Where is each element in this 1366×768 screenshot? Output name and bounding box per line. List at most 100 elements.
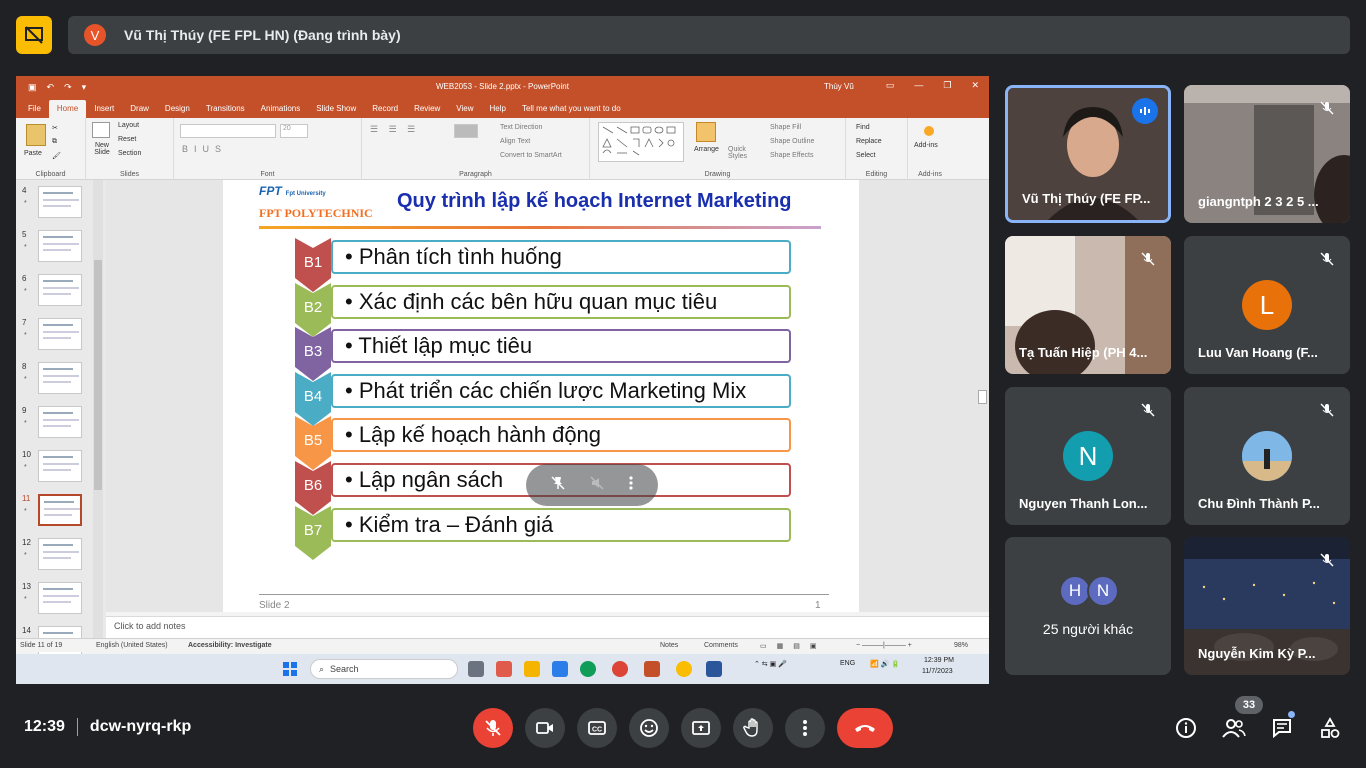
taskbar-search[interactable]: ⌕ Search — [310, 659, 458, 679]
undo-icon[interactable]: ↶ — [47, 82, 55, 93]
camera-toggle-button[interactable] — [525, 708, 565, 748]
ribbon-tab[interactable]: Draw — [122, 104, 157, 118]
shapes-gallery[interactable] — [598, 122, 684, 162]
new-slide-button[interactable]: New Slide — [88, 142, 116, 156]
slide-thumbnail[interactable]: 13 * — [20, 582, 100, 622]
line-spacing-select[interactable] — [454, 124, 478, 138]
view-buttons[interactable]: ▭▦▤▣ — [760, 642, 826, 650]
participant-tile[interactable]: Tạ Tuấn Hiệp (PH 4... — [1005, 236, 1171, 374]
accessibility-status[interactable]: Accessibility: Investigate — [188, 642, 272, 649]
zoom-slider[interactable]: − ———|——— + — [856, 642, 912, 649]
font-family-select[interactable] — [180, 124, 276, 138]
cut-icon[interactable]: ✂ — [52, 124, 58, 132]
windows-start-icon[interactable] — [282, 661, 298, 677]
close-icon[interactable]: ✕ — [971, 80, 979, 91]
tray-icons[interactable]: ⌃ ⇆ ▣ 🎤 — [754, 660, 787, 668]
chrome-icon[interactable] — [676, 661, 692, 677]
notes-toggle[interactable]: Notes — [660, 642, 678, 649]
ribbon-tab[interactable]: Record — [364, 104, 406, 118]
ribbon-tab[interactable]: Transitions — [198, 104, 253, 118]
ribbon-tab[interactable]: File — [20, 104, 49, 118]
file-explorer-icon[interactable] — [524, 661, 540, 677]
replace-button[interactable]: Replace — [856, 138, 882, 145]
redo-icon[interactable]: ↷ — [64, 82, 72, 93]
shape-outline-button[interactable]: Shape Outline — [770, 138, 814, 145]
ribbon-tab[interactable]: Animations — [253, 104, 309, 118]
paste-button[interactable]: Paste — [24, 150, 42, 157]
participant-tile[interactable]: N Nguyen Thanh Lon... — [1005, 387, 1171, 525]
present-screen-button[interactable] — [681, 708, 721, 748]
ribbon-display-icon[interactable]: ▭ — [886, 80, 895, 91]
shape-effects-button[interactable]: Shape Effects — [770, 152, 813, 159]
app-icon[interactable] — [496, 661, 512, 677]
slide-thumbnail[interactable]: 7 * — [20, 318, 100, 358]
network-icon[interactable]: 📶 🔊 🔋 — [870, 660, 900, 668]
raise-hand-button[interactable] — [733, 708, 773, 748]
arrange-button[interactable]: Arrange — [694, 146, 719, 153]
find-button[interactable]: Find — [856, 124, 870, 131]
leave-call-button[interactable] — [837, 708, 893, 748]
save-icon[interactable]: ▣ — [28, 82, 37, 93]
slide-thumbnail[interactable]: 8 * — [20, 362, 100, 402]
thumbnail-scrollbar[interactable] — [93, 180, 103, 638]
reset-button[interactable]: Reset — [118, 136, 136, 143]
ribbon-tab[interactable]: View — [448, 104, 481, 118]
quick-access-toolbar[interactable]: ▣ ↶ ↷ ▾ — [16, 82, 86, 93]
align-text-button[interactable]: Align Text — [500, 138, 530, 145]
participant-tile[interactable]: Chu Đình Thành P... — [1184, 387, 1350, 525]
customize-icon[interactable]: ▾ — [82, 82, 87, 93]
more-options-button[interactable] — [785, 708, 825, 748]
smartart-button[interactable]: Convert to SmartArt — [500, 152, 562, 159]
shape-fill-button[interactable]: Shape Fill — [770, 124, 801, 131]
slide-thumbnail[interactable]: 5 * — [20, 230, 100, 270]
taskbar-date[interactable]: 11/7/2023 — [922, 668, 953, 675]
ribbon-tab[interactable]: Design — [157, 104, 198, 118]
app-icon[interactable] — [552, 661, 568, 677]
ribbon-tab[interactable]: Insert — [86, 104, 122, 118]
word-icon[interactable] — [706, 661, 722, 677]
others-tile[interactable]: H N 25 người khác — [1005, 537, 1171, 675]
chrome-icon[interactable] — [612, 661, 628, 677]
font-format-buttons[interactable]: BIUS — [182, 144, 227, 154]
format-painter-icon[interactable]: 🖌 — [52, 152, 61, 160]
ribbon-tab[interactable]: Tell me what you want to do — [514, 104, 629, 118]
ribbon-tab[interactable]: Home — [48, 100, 87, 118]
new-slide-icon[interactable] — [92, 122, 110, 138]
addins-button[interactable]: Add-ins — [914, 142, 938, 149]
chat-button[interactable] — [1268, 714, 1296, 742]
paste-icon[interactable] — [26, 124, 46, 146]
slide-thumbnail[interactable]: 9 * — [20, 406, 100, 446]
quick-styles-button[interactable]: Quick Styles — [728, 146, 756, 160]
mute-audio-icon[interactable] — [589, 475, 605, 496]
notes-pane[interactable]: Click to add notes — [106, 616, 989, 638]
minimize-icon[interactable]: — — [914, 80, 923, 91]
maximize-icon[interactable]: ❐ — [943, 80, 951, 91]
participant-tile[interactable]: giangntph 2 3 2 5 ... — [1184, 85, 1350, 223]
slide-thumbnail[interactable]: 12 * — [20, 538, 100, 578]
unpin-icon[interactable] — [550, 475, 566, 496]
comments-toggle[interactable]: Comments — [704, 642, 738, 649]
select-button[interactable]: Select — [856, 152, 875, 159]
text-direction-button[interactable]: Text Direction — [500, 124, 542, 131]
task-view-icon[interactable] — [468, 661, 484, 677]
no-presentation-icon[interactable] — [16, 16, 52, 54]
slide-scrollbar[interactable] — [977, 180, 989, 612]
participant-tile[interactable]: Nguyễn Kim Kỳ P... — [1184, 537, 1350, 675]
zalo-icon[interactable] — [580, 661, 596, 677]
slide[interactable]: FPT Fpt University FPT POLYTECHNIC Quy tr… — [223, 180, 859, 612]
ribbon-tab[interactable]: Slide Show — [308, 104, 364, 118]
participant-tile[interactable]: L Luu Van Hoang (F... — [1184, 236, 1350, 374]
participant-tile[interactable]: Vũ Thị Thúy (FE FP... — [1005, 85, 1171, 223]
slide-thumbnail[interactable]: 11 * — [20, 494, 100, 534]
copy-icon[interactable]: ⧉ — [52, 138, 57, 146]
layout-button[interactable]: Layout — [118, 122, 139, 129]
slide-thumbnail[interactable]: 10 * — [20, 450, 100, 490]
meeting-details-button[interactable] — [1172, 714, 1200, 742]
arrange-icon[interactable] — [696, 122, 716, 142]
captions-button[interactable]: CC — [577, 708, 617, 748]
addins-icon[interactable] — [924, 126, 934, 136]
user-name[interactable]: Thùy Vũ — [824, 82, 854, 91]
activities-button[interactable] — [1316, 714, 1344, 742]
zoom-level[interactable]: 98% — [954, 642, 968, 649]
list-buttons[interactable]: ☰ ☰ ☰ — [370, 124, 419, 135]
